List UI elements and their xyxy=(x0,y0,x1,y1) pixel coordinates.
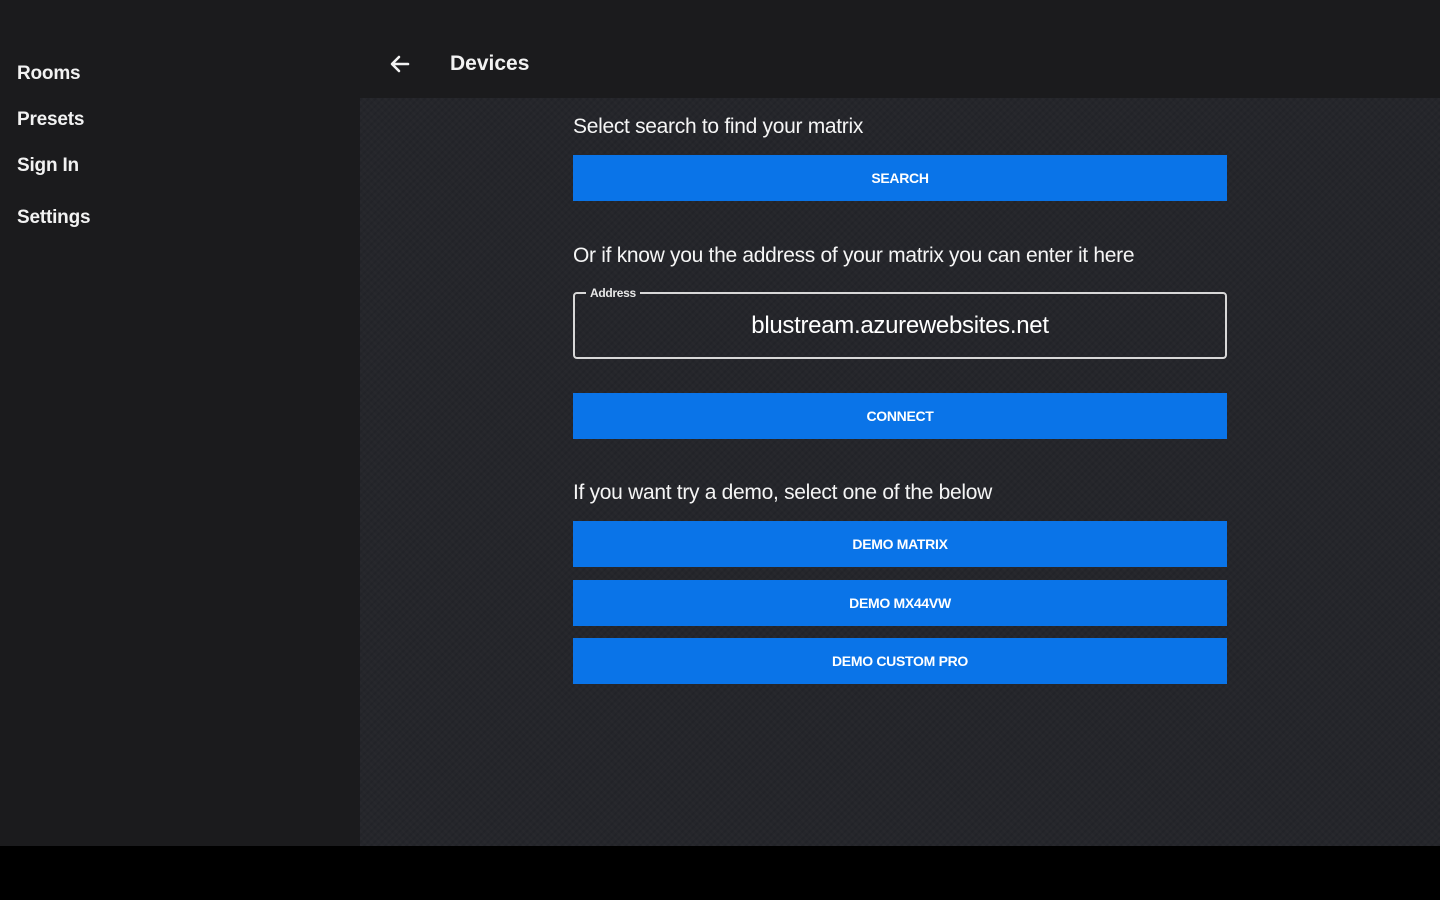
app-window: Rooms Presets Sign In Settings Devices S… xyxy=(0,0,1440,846)
system-bottom-bar xyxy=(0,846,1440,900)
sidebar-item-sign-in[interactable]: Sign In xyxy=(17,155,79,177)
arrow-left-icon xyxy=(390,55,410,73)
page-title: Devices xyxy=(450,52,530,75)
address-input[interactable] xyxy=(577,297,1223,355)
sidebar-item-presets[interactable]: Presets xyxy=(17,109,84,131)
connect-button[interactable]: CONNECT xyxy=(573,393,1227,439)
sidebar-item-rooms[interactable]: Rooms xyxy=(17,63,81,85)
devices-panel xyxy=(360,98,1440,846)
demo-prompt: If you want try a demo, select one of th… xyxy=(573,481,992,504)
address-prompt: Or if know you the address of your matri… xyxy=(573,244,1135,267)
search-button[interactable]: SEARCH xyxy=(573,155,1227,201)
demo-matrix-button[interactable]: DEMO MATRIX xyxy=(573,521,1227,567)
demo-custom-pro-button[interactable]: DEMO CUSTOM PRO xyxy=(573,638,1227,684)
search-prompt: Select search to find your matrix xyxy=(573,115,864,138)
back-button[interactable] xyxy=(384,48,416,80)
sidebar: Rooms Presets Sign In Settings xyxy=(0,0,360,846)
demo-mx44vw-button[interactable]: DEMO MX44VW xyxy=(573,580,1227,626)
sidebar-item-settings[interactable]: Settings xyxy=(17,207,91,229)
top-bar xyxy=(360,0,1440,98)
